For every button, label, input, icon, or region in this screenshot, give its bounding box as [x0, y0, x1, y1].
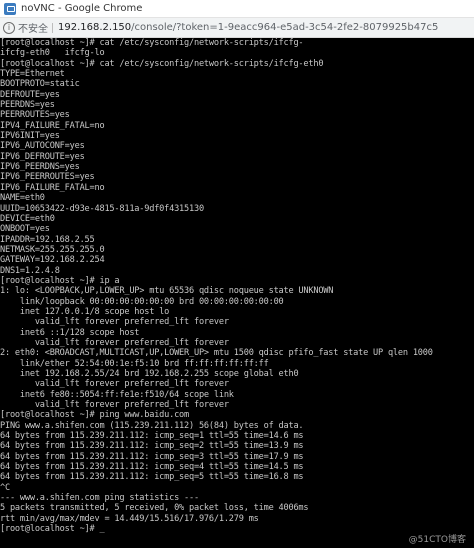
terminal-line: BOOTPROTO=static — [0, 79, 80, 90]
terminal-line: inet6 ::1/128 scope host — [0, 327, 140, 338]
terminal-line: IPV6_FAILURE_FATAL=no — [0, 182, 105, 193]
terminal-line: PING www.a.shifen.com (115.239.211.112) … — [0, 420, 304, 431]
terminal-line: --- www.a.shifen.com ping statistics --- — [0, 493, 199, 504]
terminal-line: 64 bytes from 115.239.211.112: icmp_seq=… — [0, 451, 304, 462]
terminal-line: DEFROUTE=yes — [0, 89, 60, 100]
terminal-line: TYPE=Ethernet — [0, 69, 65, 80]
terminal-line: [root@localhost ~]# ip a — [0, 275, 120, 286]
terminal-line: 64 bytes from 115.239.211.112: icmp_seq=… — [0, 472, 304, 483]
terminal-line: inet 192.168.2.55/24 brd 192.168.2.255 s… — [0, 369, 299, 379]
address-separator — [52, 22, 53, 33]
terminal-line: DEVICE=eth0 — [0, 213, 55, 224]
terminal-line: 5 packets transmitted, 5 received, 0% pa… — [0, 503, 309, 514]
address-bar[interactable]: i 不安全 192.168.2.150 /console/?token=1-9e… — [0, 18, 474, 38]
terminal-line: 2: eth0: <BROADCAST,MULTICAST,UP,LOWER_U… — [0, 348, 433, 359]
watermark: @51CTO博客 — [408, 535, 466, 545]
terminal-line: valid_lft forever preferred_lft forever — [0, 379, 229, 390]
terminal-line: NAME=eth0 — [0, 193, 45, 204]
terminal-line: ifcfg-eth0 ifcfg-lo — [0, 48, 105, 59]
terminal-line: IPV6_PEERROUTES=yes — [0, 172, 95, 183]
terminal-line: GATEWAY=192.168.2.254 — [0, 255, 105, 266]
terminal-line: IPADDR=192.168.2.55 — [0, 234, 95, 245]
terminal-line: valid_lft forever preferred_lft forever — [0, 317, 229, 328]
security-label[interactable]: 不安全 — [18, 20, 48, 35]
terminal-line: DNS1=1.2.4.8 — [0, 265, 60, 276]
terminal-line: PEERROUTES=yes — [0, 110, 70, 121]
terminal-line: [root@localhost ~]# _ — [0, 524, 105, 535]
terminal-line: UUID=10653422-d93e-4815-811a-9df0f431513… — [0, 203, 204, 214]
browser-titlebar: noVNC - Google Chrome — [0, 0, 474, 18]
terminal-line: IPV6_AUTOCONF=yes — [0, 141, 85, 152]
terminal-line: valid_lft forever preferred_lft forever — [0, 337, 229, 348]
terminal-line: [root@localhost ~]# cat /etc/sysconfig/n… — [0, 58, 324, 69]
vnc-terminal-screen[interactable]: [root@localhost ~]# cat /etc/sysconfig/n… — [0, 38, 474, 548]
terminal-line: ONBOOT=yes — [0, 224, 50, 235]
terminal-line: ^C — [0, 482, 10, 493]
terminal-line: inet 127.0.0.1/8 scope host lo — [0, 306, 170, 317]
terminal-line: rtt min/avg/max/mdev = 14.449/15.516/17.… — [0, 513, 259, 524]
terminal-line: 64 bytes from 115.239.211.112: icmp_seq=… — [0, 431, 304, 442]
terminal-line: link/loopback 00:00:00:00:00:00 brd 00:0… — [0, 296, 284, 307]
terminal-line: valid_lft forever preferred_lft forever — [0, 400, 229, 411]
terminal-line: link/ether 52:54:00:1e:f5:10 brd ff:ff:f… — [0, 358, 269, 369]
terminal-line: 64 bytes from 115.239.211.112: icmp_seq=… — [0, 462, 304, 473]
terminal-line: [root@localhost ~]# cat /etc/sysconfig/n… — [0, 38, 304, 48]
terminal-line: NETMASK=255.255.255.0 — [0, 244, 105, 255]
terminal-line: IPV6_PEERDNS=yes — [0, 162, 80, 173]
terminal-line: IPV4_FAILURE_FATAL=no — [0, 120, 105, 131]
novnc-app-icon — [4, 2, 16, 15]
terminal-line: inet6 fe80::5054:ff:fe1e:f510/64 scope l… — [0, 389, 234, 400]
terminal-line: IPV6_DEFROUTE=yes — [0, 151, 85, 162]
terminal-line: IPV6INIT=yes — [0, 131, 60, 142]
terminal-line: PEERDNS=yes — [0, 100, 55, 111]
window-title: noVNC - Google Chrome — [21, 3, 143, 14]
info-warning-icon[interactable]: i — [3, 21, 15, 34]
url-host[interactable]: 192.168.2.150 — [58, 22, 131, 33]
terminal-line: [root@localhost ~]# ping www.baidu.com — [0, 410, 190, 421]
terminal-line: 1: lo: <LOOPBACK,UP,LOWER_UP> mtu 65536 … — [0, 286, 334, 297]
terminal-line: 64 bytes from 115.239.211.112: icmp_seq=… — [0, 441, 304, 452]
url-path[interactable]: /console/?token=1-9eacc964-e5ad-3c54-2fe… — [131, 22, 438, 33]
